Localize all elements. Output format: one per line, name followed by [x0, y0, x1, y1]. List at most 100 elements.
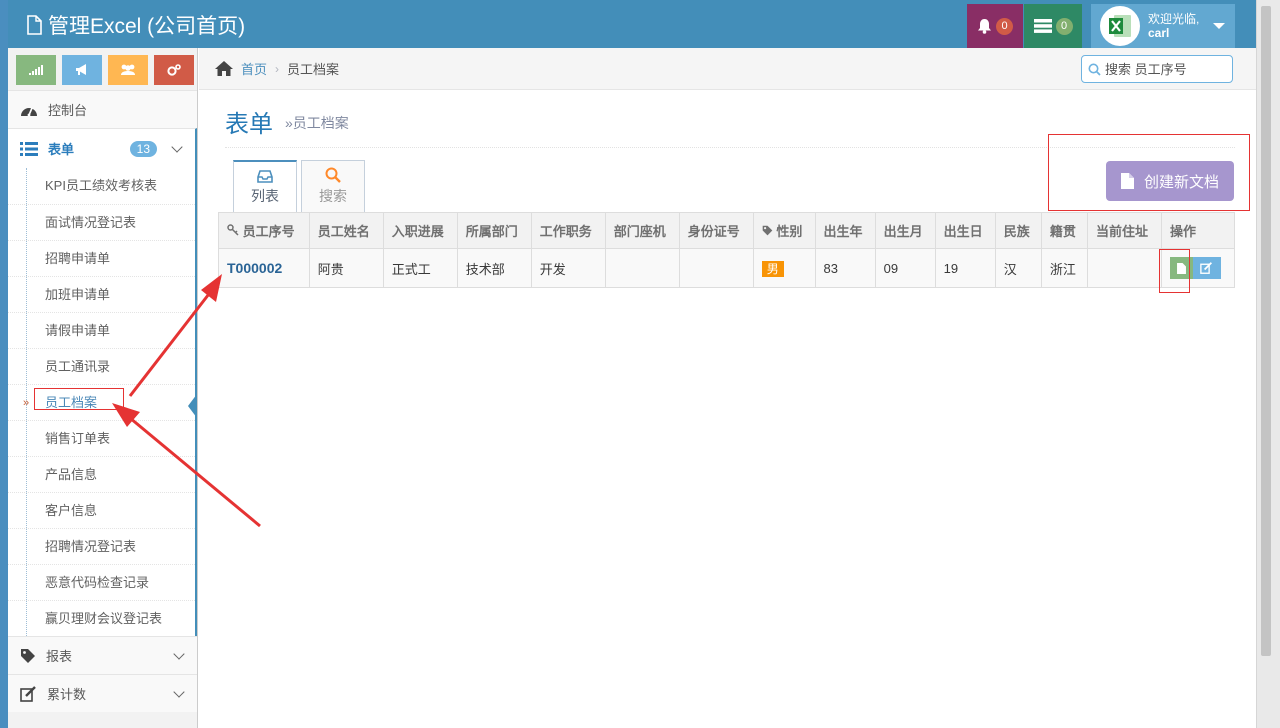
edit-icon: [20, 685, 36, 702]
column-header[interactable]: 当前住址: [1086, 212, 1162, 249]
breadcrumb-separator: ›: [275, 61, 280, 76]
column-header[interactable]: 民族: [994, 212, 1042, 249]
employee-table: 员工序号 员工姓名 入职进展 所属部门 工作职务 部门座机 身份证号 性别 出生…: [218, 212, 1236, 288]
sidebar-subitem-recruit-request[interactable]: 招聘申请单: [8, 240, 195, 276]
column-header[interactable]: 部门座机: [604, 212, 680, 249]
cell-year: 83: [814, 248, 876, 288]
scrollbar-track[interactable]: [1256, 0, 1280, 728]
column-header[interactable]: 员工序号: [218, 212, 310, 249]
tab-search-label: 搜索: [319, 188, 347, 204]
excel-logo-icon: [1109, 15, 1131, 37]
shortcut-settings-button[interactable]: [154, 55, 194, 85]
tab-list[interactable]: 列表: [233, 160, 297, 213]
document-icon: [27, 15, 42, 35]
sidebar-subitem-interview[interactable]: 面试情况登记表: [8, 204, 195, 240]
search-box[interactable]: [1081, 55, 1233, 83]
cogs-icon: [167, 64, 181, 76]
cell-day: 19: [934, 248, 996, 288]
cell-idcard: [678, 248, 754, 288]
sidebar-item-label: 表单: [48, 142, 75, 157]
create-document-label: 创建新文档: [1143, 173, 1219, 191]
cell-phone: [604, 248, 680, 288]
sidebar-subitem-overtime[interactable]: 加班申请单: [8, 276, 195, 312]
user-menu[interactable]: 欢迎光临, carl: [1091, 4, 1235, 48]
column-header[interactable]: 籍贯: [1040, 212, 1088, 249]
cell-ethnic: 汉: [994, 248, 1042, 288]
column-header[interactable]: 出生月: [874, 212, 936, 249]
sidebar-subitem-sales-order[interactable]: 销售订单表: [8, 420, 195, 456]
app-brand[interactable]: 管理Excel (公司首页): [26, 10, 245, 40]
table-header-row: 员工序号 员工姓名 入职进展 所属部门 工作职务 部门座机 身份证号 性别 出生…: [218, 212, 1236, 249]
sidebar-item-dashboard[interactable]: 控制台: [8, 90, 197, 128]
edit-icon: [1200, 262, 1213, 274]
sidebar-item-reports[interactable]: 报表: [8, 636, 197, 674]
employee-id-link[interactable]: T000002: [227, 260, 282, 276]
notifications-button[interactable]: 0: [967, 4, 1023, 48]
shortcut-announce-button[interactable]: [62, 55, 102, 85]
chevron-down-icon: [173, 647, 185, 660]
tasks-button[interactable]: 0: [1024, 4, 1082, 48]
tag-icon: [21, 648, 35, 663]
cell-name: 阿贵: [308, 248, 384, 288]
tag-icon: [762, 225, 773, 236]
page-subtitle: »员工档案: [285, 115, 349, 131]
cell-month: 09: [874, 248, 936, 288]
column-header-label: 员工序号: [242, 224, 295, 239]
tasks-count: 0: [1055, 17, 1073, 35]
column-header-label: 性别: [776, 224, 803, 239]
cell-address: [1086, 248, 1162, 288]
column-header[interactable]: 身份证号: [678, 212, 754, 249]
chevron-down-icon: [171, 140, 183, 153]
scrollbar-thumb[interactable]: [1261, 6, 1271, 656]
tab-list-label: 列表: [251, 187, 279, 204]
breadcrumb: 首页 › 员工档案: [199, 48, 1256, 90]
column-header[interactable]: 员工姓名: [308, 212, 384, 249]
breadcrumb-home-link[interactable]: 首页: [241, 59, 267, 78]
sidebar-subitem-leave[interactable]: 请假申请单: [8, 312, 195, 348]
shortcut-users-button[interactable]: [108, 55, 148, 85]
user-info: 欢迎光临, carl: [1148, 12, 1199, 40]
sidebar-subitem-kpi[interactable]: KPI员工绩效考核表: [8, 168, 195, 204]
home-icon: [215, 61, 233, 76]
search-input[interactable]: [1105, 61, 1225, 77]
column-header[interactable]: 入职进展: [382, 212, 458, 249]
sidebar-subitem-contacts[interactable]: 员工通讯录: [8, 348, 195, 384]
view-document-button[interactable]: [1169, 257, 1193, 279]
key-icon: [227, 224, 239, 236]
active-indicator-arrow: [188, 394, 197, 418]
sidebar: 控制台 表单 13 KPI员工绩效考核表 面试情况登记表 招聘申请单 加班申请单…: [8, 48, 198, 728]
sidebar-item-counter[interactable]: 累计数: [8, 674, 197, 712]
column-header[interactable]: 出生年: [814, 212, 876, 249]
column-header[interactable]: 工作职务: [530, 212, 606, 249]
column-header[interactable]: 所属部门: [456, 212, 532, 249]
tab-search[interactable]: 搜索: [301, 160, 365, 212]
column-header[interactable]: 出生日: [934, 212, 996, 249]
create-document-button[interactable]: 创建新文档: [1106, 161, 1234, 201]
sidebar-subitem-malware-check[interactable]: 恶意代码检查记录: [8, 564, 195, 600]
signal-icon: [29, 65, 43, 75]
shortcut-stats-button[interactable]: [16, 55, 56, 85]
chevron-down-icon: [173, 685, 185, 698]
dashboard-icon: [21, 107, 37, 116]
search-icon: [1088, 63, 1101, 76]
edit-button[interactable]: [1192, 257, 1221, 279]
avatar: [1100, 6, 1140, 46]
file-icon: [1120, 173, 1134, 189]
sidebar-subitem-recruit-record[interactable]: 招聘情况登记表: [8, 528, 195, 564]
file-icon: [1177, 262, 1186, 274]
column-header[interactable]: 性别: [752, 212, 816, 249]
forms-submenu: KPI员工绩效考核表 面试情况登记表 招聘申请单 加班申请单 请假申请单 员工通…: [8, 168, 197, 636]
sidebar-subitem-customer[interactable]: 客户信息: [8, 492, 195, 528]
sidebar-item-label: 报表: [46, 649, 73, 664]
cell-dept: 技术部: [456, 248, 532, 288]
cell-id: T000002: [218, 248, 310, 288]
sidebar-subitem-employee-archive[interactable]: 员工档案: [8, 384, 197, 421]
sidebar-item-forms[interactable]: 表单 13: [8, 128, 197, 168]
gender-badge: 男: [761, 260, 784, 277]
bell-icon: [978, 19, 991, 34]
sidebar-shortcuts: [8, 48, 197, 90]
view-tabs: 列表 搜索: [233, 160, 365, 213]
sidebar-subitem-meeting[interactable]: 赢贝理财会议登记表: [8, 600, 195, 636]
sidebar-subitem-product[interactable]: 产品信息: [8, 456, 195, 492]
users-icon: [121, 64, 135, 75]
